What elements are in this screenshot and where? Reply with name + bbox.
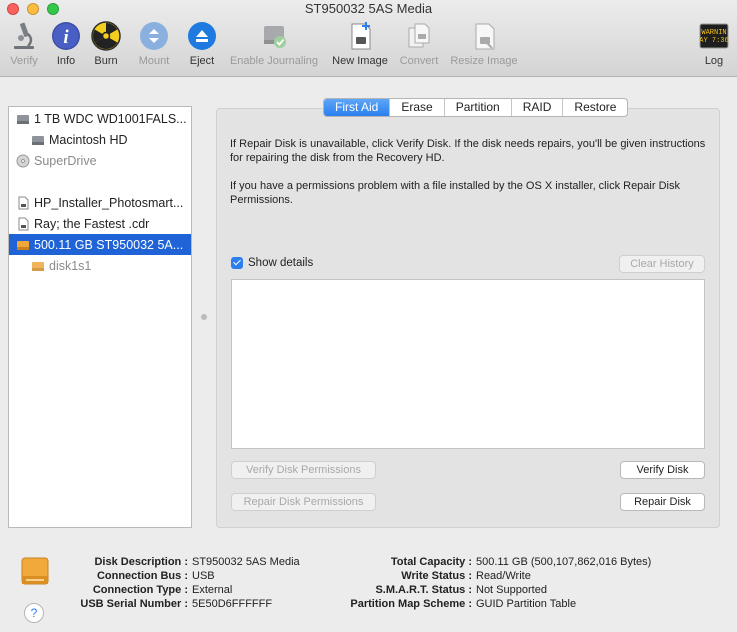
sidebar-item-cdr-image[interactable]: Ray; the Fastest .cdr: [9, 213, 191, 234]
help-button[interactable]: ?: [24, 603, 44, 623]
tab-restore[interactable]: Restore: [563, 99, 627, 116]
log-button[interactable]: WARNIN AY 7:36 Log: [696, 20, 732, 67]
new-image-button[interactable]: New Image: [329, 20, 391, 67]
console-log-icon: WARNIN AY 7:36: [699, 23, 729, 49]
eject-icon: [188, 22, 216, 50]
info-icon: i: [52, 22, 80, 50]
connection-type-value: External: [192, 584, 233, 596]
sidebar-item-macintosh-hd[interactable]: Macintosh HD: [9, 129, 191, 150]
checkbox-checked-icon[interactable]: [231, 257, 243, 269]
radiation-icon: [91, 21, 121, 51]
optical-disc-icon: [16, 154, 30, 167]
tab-partition[interactable]: Partition: [445, 99, 512, 116]
sidebar-item-disk1s1[interactable]: disk1s1: [9, 255, 191, 276]
verify-disk-permissions-button[interactable]: Verify Disk Permissions: [231, 461, 376, 479]
journaling-disk-icon: [264, 26, 286, 48]
disk-image-icon: [18, 196, 29, 209]
tab-first-aid[interactable]: First Aid: [324, 99, 391, 116]
connection-bus-label: Connection Bus :: [96, 570, 188, 582]
svg-text:WARNIN: WARNIN: [701, 29, 726, 37]
permissions-instructions: If you have a permissions problem with a…: [230, 180, 680, 206]
new-image-icon: [351, 22, 371, 50]
mount-icon: [140, 22, 168, 50]
tab-erase[interactable]: Erase: [390, 99, 445, 116]
connection-type-label: Connection Type :: [92, 584, 188, 596]
info-button[interactable]: i Info: [48, 20, 84, 67]
resize-image-icon: [475, 23, 495, 50]
external-disk-icon: [17, 240, 29, 250]
partition-map-scheme-label: Partition Map Scheme :: [350, 598, 472, 610]
repair-disk-button[interactable]: Repair Disk: [620, 493, 705, 511]
disk-list-sidebar[interactable]: 1 TB WDC WD1001FALS... Macintosh HD Supe…: [8, 106, 192, 528]
repair-disk-permissions-button[interactable]: Repair Disk Permissions: [231, 493, 376, 511]
write-status-value: Read/Write: [476, 570, 531, 582]
mount-button[interactable]: Mount: [134, 20, 174, 67]
enable-journaling-button[interactable]: Enable Journaling: [226, 20, 322, 67]
window-title: ST950032 5AS Media: [304, 1, 433, 16]
disk-description-label: Disk Description :: [94, 556, 188, 568]
sidebar-item-superdrive[interactable]: SuperDrive: [9, 150, 191, 171]
svg-text:i: i: [63, 27, 69, 48]
tab-raid[interactable]: RAID: [512, 99, 564, 116]
external-volume-icon: [32, 261, 44, 271]
burn-button[interactable]: Burn: [88, 20, 124, 67]
first-aid-instructions: If Repair Disk is unavailable, click Ver…: [230, 138, 706, 164]
total-capacity-value: 500.11 GB (500,107,862,016 Bytes): [476, 556, 652, 568]
verify-disk-button[interactable]: Verify Disk: [620, 461, 705, 479]
convert-icon: [408, 23, 430, 48]
convert-button[interactable]: Convert: [396, 20, 442, 67]
hard-disk-icon: [17, 114, 29, 124]
resize-image-button[interactable]: Resize Image: [448, 20, 520, 67]
details-log-area[interactable]: [231, 279, 705, 449]
sidebar-item-external-disk[interactable]: 500.11 GB ST950032 5A...: [9, 234, 191, 255]
smart-status-value: Not Supported: [476, 584, 547, 596]
split-view-handle[interactable]: [201, 314, 207, 320]
connection-bus-value: USB: [192, 570, 215, 582]
window-toolbar: ST950032 5AS Media Verify i Info Burn Mo…: [0, 0, 737, 77]
sidebar-item-internal-disk[interactable]: 1 TB WDC WD1001FALS...: [9, 108, 191, 129]
total-capacity-label: Total Capacity :: [390, 556, 472, 568]
smart-status-label: S.M.A.R.T. Status :: [375, 584, 472, 596]
usb-serial-label: USB Serial Number :: [80, 598, 188, 610]
write-status-label: Write Status :: [401, 570, 472, 582]
disk-image-icon: [18, 217, 29, 230]
svg-text:AY 7:36: AY 7:36: [699, 37, 728, 45]
microscope-icon: [14, 22, 34, 49]
sidebar-item-hp-installer[interactable]: HP_Installer_Photosmart...: [9, 192, 191, 213]
verify-button[interactable]: Verify: [6, 20, 42, 67]
eject-button[interactable]: Eject: [184, 20, 220, 67]
show-details-checkbox[interactable]: Show details: [231, 257, 313, 269]
partition-map-scheme-value: GUID Partition Table: [476, 598, 577, 610]
clear-history-button[interactable]: Clear History: [619, 255, 705, 273]
tab-bar: First Aid Erase Partition RAID Restore: [323, 98, 629, 117]
volume-icon: [32, 135, 44, 145]
usb-serial-value: 5E50D6FFFFFF: [192, 598, 273, 610]
disk-description-value: ST950032 5AS Media: [192, 556, 300, 568]
